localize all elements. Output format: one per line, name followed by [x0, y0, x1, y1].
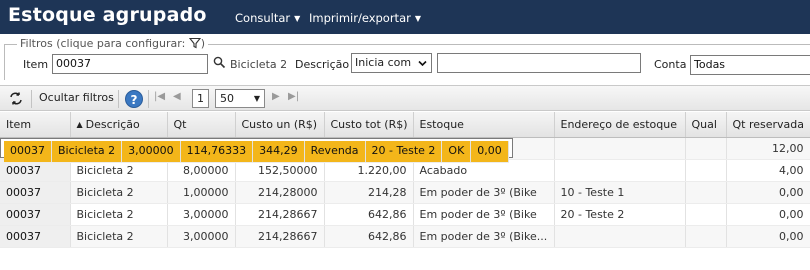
col-endereco[interactable]: Endereço de estoque — [554, 112, 686, 138]
toolbar-divider — [148, 90, 149, 108]
refresh-icon[interactable] — [9, 92, 23, 108]
cell-endereco: 10 - Teste 1 — [554, 181, 686, 204]
filters-legend-close: ) — [200, 37, 206, 50]
cell-qt-reservada: 0,00 — [470, 140, 509, 163]
toolbar-divider — [31, 90, 32, 108]
cell-qual — [685, 137, 727, 160]
toolbar-divider — [118, 90, 119, 108]
cell-qt: 3,00000 — [121, 140, 181, 163]
chevron-down-icon: ▼ — [253, 94, 260, 103]
descricao-mode-value: Inicia com — [355, 56, 412, 69]
menu-imprimir-label: Imprimir/exportar — [309, 11, 411, 25]
cell-custo-un: 114,76333 — [180, 140, 254, 163]
cell-qual: OK — [441, 140, 472, 163]
cell-qt: 3,00000 — [167, 203, 236, 226]
next-page-icon[interactable]: ▶ — [272, 91, 280, 102]
cell-qt-reservada: 4,00 — [726, 159, 810, 182]
menu-imprimir-exportar[interactable]: Imprimir/exportar ▼ — [309, 11, 421, 25]
col-custo-un[interactable]: Custo un (R$) — [235, 112, 325, 138]
cell-descricao: Bicicleta 2 — [70, 203, 168, 226]
cell-descricao: Bicicleta 2 — [51, 140, 123, 163]
cell-estoque: Em poder de 3º (Bike — [413, 203, 555, 226]
prev-page-icon[interactable]: ◀ — [173, 91, 181, 102]
cell-qt-reservada: 0,00 — [726, 225, 810, 248]
cell-custo-tot: 214,28 — [324, 181, 414, 204]
cell-estoque: Em poder de 3º (Bike... — [413, 225, 555, 248]
cell-estoque: Em poder de 3º (Bike — [413, 181, 555, 204]
stock-grid: Item ▲ Descrição Qt Custo un (R$) Custo t… — [0, 112, 810, 248]
cell-endereco: 20 - Teste 2 — [554, 203, 686, 226]
item-label: Item — [23, 58, 49, 71]
filters-legend-label: Filtros (clique para configurar: — [20, 37, 186, 50]
grid-body: 00037 Bicicleta 2 3,00000 114,76333 344,29 Re… — [0, 137, 810, 248]
cell-qt-reservada: 0,00 — [726, 203, 810, 226]
chevron-down-icon: ▼ — [294, 14, 301, 23]
chevron-down-icon — [418, 56, 427, 73]
col-item[interactable]: Item — [0, 112, 71, 138]
col-estoque[interactable]: Estoque — [413, 112, 555, 138]
descricao-label: Descrição — [295, 58, 350, 71]
sort-asc-icon: ▲ — [76, 119, 83, 129]
cell-endereco: 20 - Teste 2 — [365, 140, 443, 163]
page-number-input[interactable]: 1 — [192, 89, 209, 108]
cell-item: 00037 — [0, 181, 71, 204]
col-descricao[interactable]: ▲ Descrição — [70, 112, 168, 138]
item-description: Bicicleta 2 — [230, 58, 288, 71]
cell-qual — [685, 159, 727, 182]
item-input[interactable]: 00037 — [52, 54, 208, 74]
cell-item: 00037 — [0, 225, 71, 248]
col-custo-tot[interactable]: Custo tot (R$) — [324, 112, 414, 138]
col-qual[interactable]: Qual — [685, 112, 727, 138]
cell-qual — [685, 181, 727, 204]
cell-custo-tot: 642,86 — [324, 225, 414, 248]
cell-custo-tot: 344,29 — [252, 140, 305, 163]
cell-custo-un: 214,28000 — [235, 181, 325, 204]
menu-consultar[interactable]: Consultar ▼ — [235, 11, 300, 25]
cell-descricao: Bicicleta 2 — [70, 225, 168, 248]
search-icon[interactable] — [213, 56, 226, 72]
cell-endereco — [554, 225, 686, 248]
chevron-down-icon: ▼ — [414, 14, 421, 23]
cell-qt-reservada: 0,00 — [726, 181, 810, 204]
cell-qual — [685, 225, 727, 248]
cell-estoque: Revenda — [304, 140, 366, 163]
page-size-select[interactable]: 50 ▼ — [215, 89, 265, 108]
col-qt[interactable]: Qt — [167, 112, 236, 138]
cell-descricao: Bicicleta 2 — [70, 181, 168, 204]
help-icon[interactable]: ? — [125, 90, 143, 108]
cell-item: 00037 — [4, 140, 52, 163]
table-row[interactable]: 00037 Bicicleta 2 1,00000 214,28000 214,28 Em… — [0, 181, 810, 204]
table-row[interactable]: 00037 Bicicleta 2 3,00000 214,28667 642,86 Em… — [0, 225, 810, 248]
page-title: Estoque agrupado — [8, 4, 207, 26]
first-page-icon[interactable]: |◀ — [154, 91, 165, 102]
title-bar: Estoque agrupado Consultar ▼ Imprimir/exp… — [0, 0, 810, 34]
cell-qual — [685, 203, 727, 226]
cell-qt-reservada: 12,00 — [726, 137, 810, 160]
cell-custo-un: 214,28667 — [235, 225, 325, 248]
descricao-input[interactable] — [437, 53, 641, 73]
cell-item: 00037 — [0, 203, 71, 226]
page-size-value: 50 — [220, 92, 234, 105]
cell-qt: 1,00000 — [167, 181, 236, 204]
last-page-icon[interactable]: ▶| — [288, 91, 299, 102]
cell-custo-un: 214,28667 — [235, 203, 325, 226]
filters-legend[interactable]: Filtros (clique para configurar: ) — [17, 37, 209, 52]
col-qt-reservada[interactable]: Qt reservada — [726, 112, 810, 138]
cell-qt: 3,00000 — [167, 225, 236, 248]
conta-label: Conta — [654, 58, 687, 71]
grid-toolbar: Ocultar filtros ? |◀ ◀ 1 50 ▼ ▶ ▶| — [0, 85, 810, 111]
conta-input[interactable]: Todas — [690, 55, 810, 75]
ocultar-filtros-button[interactable]: Ocultar filtros — [39, 91, 114, 104]
funnel-icon[interactable] — [188, 37, 201, 52]
menu-consultar-label: Consultar — [235, 11, 291, 25]
cell-endereco — [554, 159, 686, 182]
grid-header-row: Item ▲ Descrição Qt Custo un (R$) Custo t… — [0, 112, 810, 138]
cell-custo-tot: 642,86 — [324, 203, 414, 226]
table-row[interactable]: 00037 Bicicleta 2 3,00000 114,76333 344,29 Re… — [0, 137, 513, 163]
table-row[interactable]: 00037 Bicicleta 2 3,00000 214,28667 642,86 Em… — [0, 203, 810, 226]
cell-endereco — [554, 137, 686, 160]
descricao-mode-select[interactable]: Inicia com — [351, 53, 432, 73]
col-descricao-label: Descrição — [85, 117, 140, 131]
